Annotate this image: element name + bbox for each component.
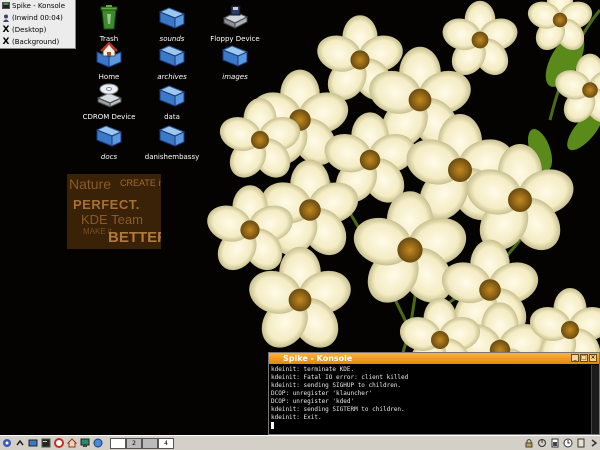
clipboard-icon — [577, 438, 584, 448]
desktop-icon-images[interactable]: images — [204, 42, 266, 82]
chevron-up-icon — [15, 439, 24, 446]
terminal-launcher-button[interactable] — [40, 438, 51, 449]
folder-icon — [158, 85, 186, 107]
trash-icon — [100, 5, 118, 30]
show-desktop-button[interactable] — [27, 438, 38, 449]
desktop-icon-label: CDROM Device — [82, 113, 136, 121]
window-list-item-inwind[interactable]: (Inwind 00:04) — [0, 12, 75, 24]
klipper-button[interactable] — [575, 438, 586, 449]
desktop-icon-label: Home — [98, 73, 120, 81]
system-tray — [522, 438, 600, 449]
browser-launcher-button[interactable] — [92, 438, 103, 449]
slogan-text: Nature — [69, 176, 112, 192]
slogan-text: KDE Team — [81, 212, 143, 227]
slogan-text: BETTER. — [108, 229, 161, 246]
terminal-line: kdeinit: Exit. — [271, 414, 322, 421]
desktop-icon-label: docs — [100, 153, 118, 161]
folder-icon — [158, 125, 186, 147]
clock-button[interactable] — [562, 438, 573, 449]
kde-menu-button[interactable] — [1, 438, 12, 449]
kde-slogan-image: Nature CREATE it PERFECT. KDE Team MAKE … — [67, 174, 161, 249]
desktop-icon-trash[interactable]: Trash — [78, 4, 140, 44]
desktop-icon-data[interactable]: data — [141, 82, 203, 122]
desktop-icon-docs[interactable]: docs — [78, 122, 140, 162]
monitor-icon — [80, 438, 89, 447]
desktop-icon-label: archives — [157, 73, 187, 81]
desktop-icon-cdrom[interactable]: CDROM Device — [78, 82, 140, 122]
slogan-text: PERFECT. — [73, 197, 140, 212]
folder-icon — [95, 125, 123, 147]
globe-icon — [93, 438, 102, 448]
konsole-icon — [2, 2, 10, 10]
help-launcher-button[interactable] — [53, 438, 64, 449]
lock-button[interactable] — [523, 438, 534, 449]
panel-hide-button[interactable] — [588, 438, 599, 449]
battery-icon — [551, 438, 558, 448]
x-icon: X — [2, 37, 10, 47]
power-icon — [537, 439, 546, 447]
desktop-icon — [28, 439, 37, 447]
konsole-scrollbar[interactable] — [591, 365, 599, 434]
desktop-icon-floppy[interactable]: Floppy Device — [204, 4, 266, 44]
window-list-button[interactable] — [14, 438, 25, 449]
window-list-label: Spike - Konsole — [12, 2, 66, 10]
home-launcher-button[interactable] — [66, 438, 77, 449]
window-list-label: (Inwind 00:04) — [12, 14, 63, 22]
konsole-terminal-output[interactable]: kdeinit: terminate KDE. kdeinit: Fatal I… — [271, 366, 591, 432]
terminal-cursor — [271, 422, 274, 429]
home-icon — [66, 438, 77, 448]
battery-monitor[interactable] — [549, 438, 560, 449]
kde-gear-icon — [2, 439, 11, 447]
desktop[interactable]: Spike - Konsole (Inwind 00:04) X (Deskto… — [0, 0, 600, 435]
lock-icon — [525, 439, 532, 448]
konsole-title: Spike - Konsole — [283, 354, 353, 363]
minimize-button[interactable]: _ — [571, 354, 579, 362]
konsole-window[interactable]: Spike - Konsole _ □ × kdeinit: terminate… — [268, 352, 600, 435]
window-list-item-konsole[interactable]: Spike - Konsole — [0, 0, 75, 12]
konsole-titlebar[interactable]: Spike - Konsole _ □ × — [269, 353, 599, 364]
close-button[interactable]: × — [589, 354, 597, 362]
cdrom-icon — [96, 83, 123, 108]
x-icon: X — [2, 25, 10, 35]
folder-icon — [158, 7, 186, 29]
kde-panel: 2 4 — [0, 435, 600, 450]
terminal-line: kdeinit: Fatal IO error: client killed — [271, 374, 409, 381]
clock-icon — [563, 438, 572, 448]
terminal-line: DCOP: unregister 'klauncher' — [271, 390, 373, 397]
desktop-icon-label: images — [222, 73, 248, 81]
floppy-icon — [222, 5, 249, 29]
pager-desktop-1[interactable] — [110, 437, 126, 449]
desktop-icon-label: data — [164, 113, 180, 121]
pager-desktop-3[interactable] — [142, 437, 158, 449]
window-list-item-background[interactable]: X (Background) — [0, 36, 75, 48]
desktop-icon-home[interactable]: Home — [78, 41, 140, 82]
pager-desktop-4[interactable]: 4 — [158, 437, 174, 449]
folder-icon — [158, 45, 186, 67]
user-icon — [2, 14, 10, 22]
window-list-label: (Background) — [12, 38, 60, 46]
terminal-line: kdeinit: sending SIGTERM to children. — [271, 406, 405, 413]
terminal-line: kdeinit: terminate KDE. — [271, 366, 355, 373]
slogan-text: CREATE it — [120, 178, 161, 188]
desktop-icon-label: danishembassy — [144, 153, 200, 161]
desktop-icon-archives[interactable]: archives — [141, 42, 203, 82]
control-center-button[interactable] — [79, 438, 90, 449]
folder-icon — [221, 45, 249, 67]
terminal-icon — [41, 438, 50, 448]
logout-button[interactable] — [536, 438, 547, 449]
desktop-icon-sounds[interactable]: sounds — [141, 4, 203, 44]
desktop-icon-danishembassy[interactable]: danishembassy — [141, 122, 203, 162]
maximize-button[interactable]: □ — [580, 354, 588, 362]
window-list-menu: Spike - Konsole (Inwind 00:04) X (Deskto… — [0, 0, 76, 49]
pager-desktop-2[interactable]: 2 — [126, 437, 142, 449]
chevron-right-icon — [591, 439, 597, 447]
home-folder-icon — [96, 41, 122, 68]
terminal-line: DCOP: unregister 'kded' — [271, 398, 355, 405]
window-list-item-desktop[interactable]: X (Desktop) — [0, 24, 75, 36]
desktop-pager: 2 4 — [110, 437, 174, 449]
lifebuoy-icon — [53, 438, 64, 448]
window-list-label: (Desktop) — [12, 26, 47, 34]
terminal-line: kdeinit: sending SIGHUP to children. — [271, 382, 402, 389]
